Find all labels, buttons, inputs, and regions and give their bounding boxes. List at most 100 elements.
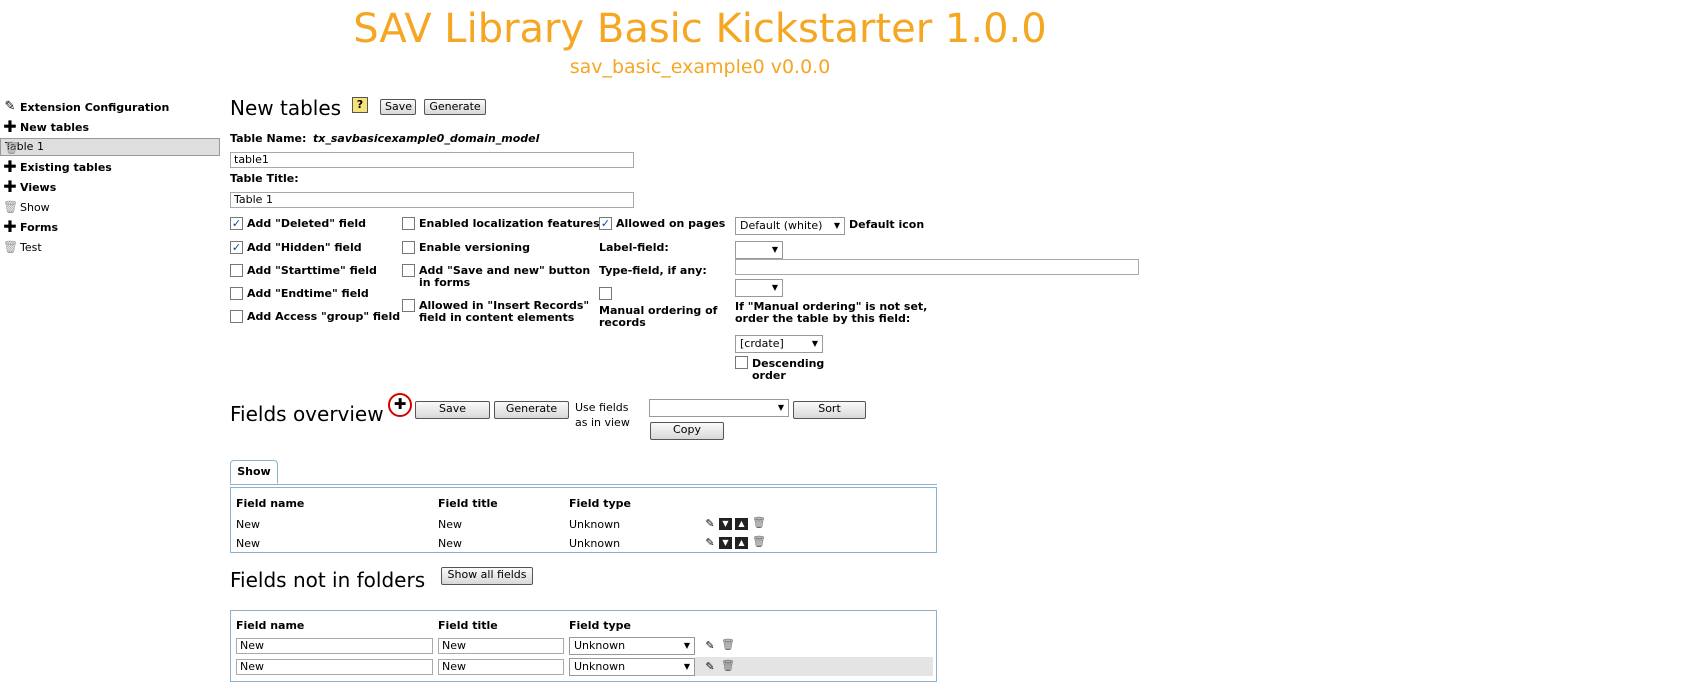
sidebar-item-table-1[interactable]: 🗑 Table 1: [0, 138, 220, 156]
descending-label-2: order: [752, 369, 786, 382]
localization-checkbox[interactable]: [402, 217, 415, 230]
field-type-select-value: Unknown: [574, 660, 626, 673]
trash-icon[interactable]: 🗑: [752, 536, 766, 548]
column-header-field-title: Field title: [438, 497, 498, 510]
trash-icon[interactable]: 🗑: [752, 517, 766, 529]
sidebar-item-label: Forms: [20, 221, 59, 234]
trash-icon: 🗑: [3, 200, 19, 214]
overview-save-button[interactable]: Save: [415, 401, 490, 419]
versioning-label: Enable versioning: [419, 241, 530, 254]
move-up-icon[interactable]: ▲: [735, 518, 748, 530]
table-title-input[interactable]: Table 1: [230, 192, 634, 208]
save-and-new-checkbox[interactable]: [402, 264, 415, 277]
move-down-icon[interactable]: ▼: [719, 518, 732, 530]
endtime-field-label: Add "Endtime" field: [247, 287, 369, 300]
deleted-field-label: Add "Deleted" field: [247, 217, 367, 230]
allowed-on-pages-checkbox[interactable]: ✓: [599, 217, 612, 230]
help-icon[interactable]: ?: [352, 97, 368, 113]
order-field-select[interactable]: [crdate] ▼: [735, 335, 823, 353]
endtime-field-checkbox[interactable]: [230, 287, 243, 300]
access-group-field-checkbox[interactable]: [230, 310, 243, 323]
chevron-down-icon: ▼: [683, 641, 690, 650]
field-type-select-value: Unknown: [574, 639, 626, 652]
insert-records-checkbox[interactable]: [402, 299, 415, 312]
plus-icon: ✚: [3, 117, 17, 136]
tab-show[interactable]: Show: [230, 460, 278, 484]
sidebar-item-forms[interactable]: ✚ Forms: [0, 218, 220, 237]
fields-not-in-folders-heading: Fields not in folders: [230, 568, 426, 592]
table-name-input[interactable]: table1: [230, 152, 634, 168]
trash-icon[interactable]: 🗑: [721, 639, 735, 651]
chevron-down-icon: ▼: [811, 339, 818, 348]
deleted-field-checkbox[interactable]: ✓: [230, 217, 243, 230]
label-field-label: Label-field:: [599, 241, 669, 254]
add-field-icon[interactable]: ✚: [388, 393, 412, 417]
column-header-field-type: Field type: [569, 619, 631, 632]
generate-button[interactable]: Generate: [424, 99, 486, 115]
sidebar-item-label: Views: [20, 181, 57, 194]
chevron-down-icon: ▼: [683, 662, 690, 671]
table-title-label: Table Title:: [230, 172, 299, 185]
label-field-select[interactable]: ▼: [735, 241, 783, 259]
copy-button[interactable]: Copy: [650, 422, 724, 440]
field-title-input[interactable]: New: [438, 659, 564, 675]
edit-icon[interactable]: ✎: [704, 537, 716, 549]
type-field-input[interactable]: [735, 259, 1139, 275]
starttime-field-checkbox[interactable]: [230, 264, 243, 277]
order-field-select-value: [crdate]: [740, 337, 784, 350]
sidebar-item-existing-tables[interactable]: ✚ Existing tables: [0, 158, 220, 177]
edit-icon[interactable]: ✎: [704, 518, 716, 530]
show-all-fields-button[interactable]: Show all fields: [441, 567, 533, 585]
edit-icon[interactable]: ✎: [704, 640, 716, 652]
type-field-label: Type-field, if any:: [599, 264, 707, 277]
starttime-field-label: Add "Starttime" field: [247, 264, 377, 277]
sidebar-item-test[interactable]: 🗑 Test: [0, 238, 220, 257]
field-name-input[interactable]: New: [236, 638, 433, 654]
use-fields-view-select[interactable]: ▼: [649, 399, 789, 417]
move-down-icon[interactable]: ▼: [719, 537, 732, 549]
manual-ordering-checkbox[interactable]: [599, 287, 612, 300]
pencil-icon: ✎: [4, 99, 16, 114]
hidden-field-label: Add "Hidden" field: [247, 241, 362, 254]
descending-checkbox[interactable]: [735, 356, 748, 369]
app-title: SAV Library Basic Kickstarter 1.0.0: [353, 6, 1047, 52]
extension-subtitle: sav_basic_example0 v0.0.0: [569, 56, 831, 78]
sidebar-item-new-tables[interactable]: ✚ New tables: [0, 118, 220, 137]
sidebar-item-extension-configuration[interactable]: ✎ Extension Configuration: [0, 98, 220, 117]
table-name-label: Table Name:: [230, 132, 307, 145]
sidebar-item-label: Existing tables: [20, 161, 112, 174]
sort-button[interactable]: Sort: [793, 401, 866, 419]
localization-label: Enabled localization features: [419, 217, 600, 230]
chevron-down-icon: ▼: [777, 403, 784, 412]
column-header-field-name: Field name: [236, 619, 305, 632]
default-icon-select[interactable]: Default (white) ▼: [735, 217, 845, 235]
overview-generate-button[interactable]: Generate: [494, 401, 569, 419]
trash-icon: 🗑: [4, 141, 20, 155]
trash-icon[interactable]: 🗑: [721, 660, 735, 672]
move-up-icon[interactable]: ▲: [735, 537, 748, 549]
row-field-type: Unknown: [569, 518, 621, 531]
edit-icon[interactable]: ✎: [704, 661, 716, 673]
versioning-checkbox[interactable]: [402, 241, 415, 254]
sidebar-item-label: Extension Configuration: [20, 101, 170, 114]
sidebar-item-show[interactable]: 🗑 Show: [0, 198, 220, 217]
save-button[interactable]: Save: [380, 99, 416, 115]
field-type-select[interactable]: Unknown ▼: [569, 658, 695, 676]
sidebar-item-views[interactable]: ✚ Views: [0, 178, 220, 197]
default-icon-label: Default icon: [849, 218, 925, 231]
sidebar-item-label: Show: [20, 201, 50, 214]
table-name-value: tx_savbasicexample0_domain_model: [313, 132, 540, 145]
hidden-field-checkbox[interactable]: ✓: [230, 241, 243, 254]
use-fields-label-2: as in view: [575, 416, 630, 429]
row-field-title: New: [438, 518, 462, 531]
chevron-down-icon: ▼: [833, 221, 840, 230]
row-field-name: New: [236, 518, 260, 531]
row-field-type: Unknown: [569, 537, 621, 550]
allowed-on-pages-label: Allowed on pages: [616, 217, 726, 230]
field-title-input[interactable]: New: [438, 638, 564, 654]
field-type-select[interactable]: Unknown ▼: [569, 637, 695, 655]
field-name-input[interactable]: New: [236, 659, 433, 675]
chevron-down-icon: ▼: [771, 283, 778, 292]
type-field-select[interactable]: ▼: [735, 279, 783, 297]
trash-icon: 🗑: [3, 240, 19, 254]
